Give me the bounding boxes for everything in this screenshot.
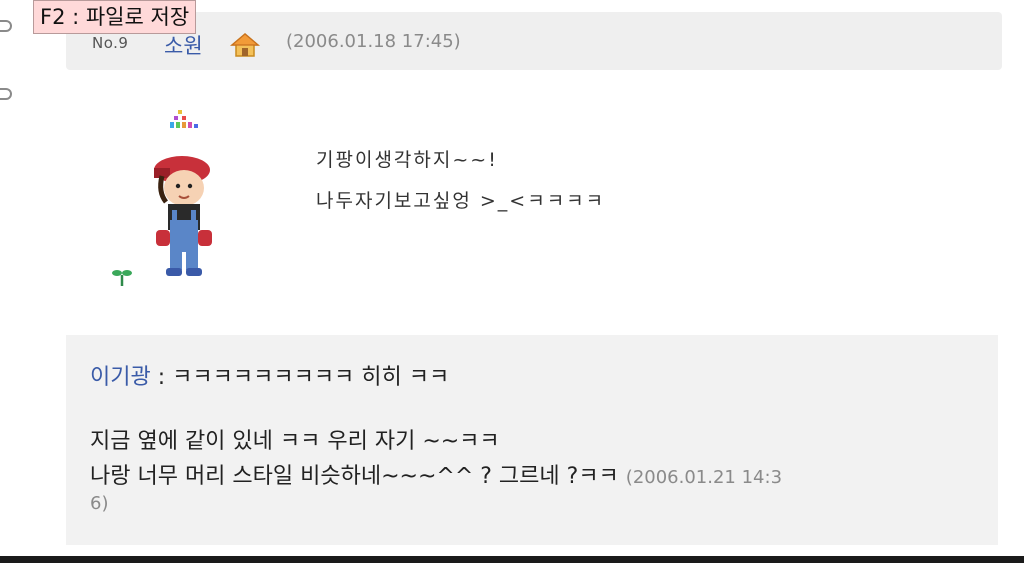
post-header: No.9 소원 (2006.01.18 17:45)	[66, 12, 1002, 70]
comment-first-line: 이기광 : ㅋㅋㅋㅋㅋㅋㅋㅋㅋ 히히 ㅋㅋ	[90, 359, 449, 391]
comment-date: (2006.01.21 14:3	[625, 467, 783, 488]
post-number: No.9	[92, 34, 129, 52]
comment-separator: :	[150, 365, 173, 390]
comment-head-text: ㅋㅋㅋㅋㅋㅋㅋㅋㅋ 히히 ㅋㅋ	[172, 365, 450, 390]
post-body-line: 나두자기보고싶엉 >_<ㅋㅋㅋㅋ	[316, 190, 606, 212]
character-avatar	[154, 110, 212, 276]
comment-date-continued: 6)	[90, 493, 109, 514]
bottom-frame-bar	[0, 556, 1024, 563]
guestbook-page: No.9 소원 (2006.01.18 17:45) F2 : 파일로 저장 기…	[0, 0, 1024, 563]
save-file-tooltip: F2 : 파일로 저장	[33, 0, 197, 34]
sprout-icon	[112, 270, 132, 286]
home-icon[interactable]	[230, 32, 260, 58]
list-bullet-icon	[0, 20, 12, 32]
comment-text-line: 지금 옆에 같이 있네 ㅋㅋ 우리 자기 ~~ㅋㅋ	[90, 429, 500, 454]
comment-text-line: 나랑 너무 머리 스타일 비슷하네~~~^^ ? 그르네 ?ㅋㅋ (2006.0…	[90, 458, 782, 490]
list-bullet-icon	[0, 88, 12, 100]
comment-box: 이기광 : ㅋㅋㅋㅋㅋㅋㅋㅋㅋ 히히 ㅋㅋ 지금 옆에 같이 있네 ㅋㅋ 우리 …	[66, 335, 998, 545]
post-body-line: 기팡이생각하지~~!	[316, 149, 498, 171]
comment-text: 나랑 너무 머리 스타일 비슷하네~~~^^ ? 그르네 ?ㅋㅋ	[90, 464, 626, 489]
comment-author-link[interactable]: 이기광	[90, 365, 151, 390]
post-date: (2006.01.18 17:45)	[286, 31, 461, 52]
post-author-link[interactable]: 소원	[164, 30, 203, 60]
